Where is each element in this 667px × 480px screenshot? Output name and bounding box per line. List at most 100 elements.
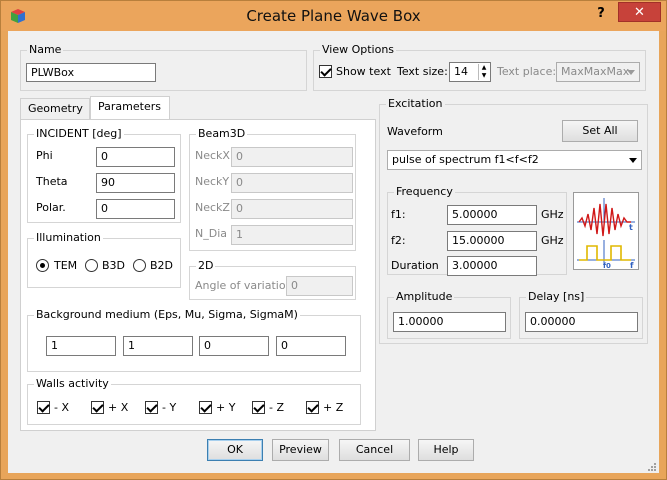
radio-tem-label: TEM (54, 259, 78, 272)
show-text-checkbox[interactable] (319, 65, 332, 78)
neckx-input[interactable]: 0 (231, 147, 353, 167)
title-bar[interactable]: Create Plane Wave Box ? ✕ (1, 1, 666, 31)
neckz-input[interactable]: 0 (231, 199, 353, 219)
ok-button[interactable]: OK (207, 439, 263, 461)
parameters-panel: INCIDENT [deg] Phi 0 Theta 90 Polar. 0 B… (20, 119, 376, 431)
mu-input[interactable]: 1 (123, 336, 193, 356)
show-text-label: Show text (336, 65, 391, 78)
wall-minus-z-checkbox[interactable] (252, 401, 265, 414)
window-title: Create Plane Wave Box (246, 7, 421, 25)
waveform-combo[interactable]: pulse of spectrum f1<f<f2 (387, 150, 642, 170)
necky-input[interactable]: 0 (231, 173, 353, 193)
spinner-arrows-icon[interactable]: ▲ ▼ (478, 64, 489, 80)
twod-group: 2D Angle of variation 0 (189, 259, 356, 300)
dialog-client: Name PLWBox View Options Show text Text … (8, 31, 659, 473)
beam3d-group: Beam3D NeckX 0 NeckY 0 NeckZ 0 N_Dia 1 (189, 127, 356, 251)
angle-variation-input[interactable]: 0 (286, 276, 353, 296)
f2-input[interactable]: 15.00000 (447, 231, 537, 251)
view-options-label: View Options (320, 43, 397, 56)
polar-input[interactable]: 0 (96, 199, 175, 219)
background-medium-label: Background medium (Eps, Mu, Sigma, Sigma… (34, 308, 300, 321)
phi-input[interactable]: 0 (96, 147, 175, 167)
preview-f-glyph: f (630, 261, 634, 270)
wall-minus-x-checkbox[interactable] (37, 401, 50, 414)
radio-b2d-label: B2D (150, 259, 174, 272)
preview-button[interactable]: Preview (272, 439, 329, 461)
tab-strip: Geometry Parameters (20, 96, 220, 120)
walls-activity-label: Walls activity (34, 377, 111, 390)
text-place-combo[interactable]: MaxMaxMax (556, 62, 640, 82)
preview-t-glyph: t (629, 223, 633, 232)
wall-plus-y-label: + Y (216, 401, 236, 414)
chevron-down-icon (627, 70, 635, 75)
preview-f0-glyph: f0 (603, 262, 611, 270)
radio-b2d[interactable] (133, 259, 146, 272)
text-place-label: Text place: (497, 65, 557, 78)
resize-grip-icon[interactable] (646, 461, 657, 472)
polar-label: Polar. (36, 201, 66, 214)
wall-plus-z-checkbox[interactable] (306, 401, 319, 414)
sigmam-input[interactable]: 0 (276, 336, 346, 356)
waveform-preview-icon: t f0 f (573, 192, 639, 270)
background-medium-group: Background medium (Eps, Mu, Sigma, Sigma… (27, 308, 361, 372)
radio-b3d-label: B3D (102, 259, 126, 272)
angle-variation-label: Angle of variation (195, 279, 293, 292)
wall-plus-y-checkbox[interactable] (199, 401, 212, 414)
frequency-group: Frequency f1: 5.00000 GHz f2: 15.00000 G… (387, 185, 567, 276)
incident-label: INCIDENT [deg] (34, 127, 124, 140)
phi-label: Phi (36, 149, 53, 162)
text-size-label: Text size: (397, 65, 448, 78)
beam3d-label: Beam3D (196, 127, 248, 140)
excitation-label: Excitation (386, 97, 445, 110)
sigma-input[interactable]: 0 (199, 336, 269, 356)
wall-minus-y-label: - Y (162, 401, 177, 414)
amplitude-input[interactable]: 1.00000 (393, 312, 506, 332)
name-group-label: Name (27, 43, 64, 56)
eps-input[interactable]: 1 (46, 336, 116, 356)
f2-unit: GHz (541, 234, 564, 247)
ndia-input[interactable]: 1 (231, 225, 353, 245)
delay-group: Delay [ns] 0.00000 (519, 290, 643, 339)
tab-geometry[interactable]: Geometry (20, 98, 90, 119)
dialog-window: Create Plane Wave Box ? ✕ Name PLWBox Vi… (0, 0, 667, 480)
wall-plus-x-checkbox[interactable] (91, 401, 104, 414)
twod-label: 2D (196, 259, 216, 272)
duration-label: Duration (391, 259, 439, 272)
illumination-group: Illumination TEM B3D B2D (27, 231, 181, 288)
duration-input[interactable]: 3.00000 (447, 256, 537, 276)
theta-label: Theta (36, 175, 68, 188)
chevron-down-icon (629, 158, 637, 163)
neckz-label: NeckZ (195, 201, 230, 214)
tab-parameters[interactable]: Parameters (90, 96, 170, 119)
wall-minus-x-label: - X (54, 401, 70, 414)
wall-plus-z-label: + Z (323, 401, 344, 414)
f1-input[interactable]: 5.00000 (447, 205, 537, 225)
close-button[interactable]: ✕ (618, 2, 661, 22)
view-options-group: View Options Show text Text size: 14 ▲ ▼ … (313, 43, 646, 91)
necky-label: NeckY (195, 175, 230, 188)
help-icon[interactable]: ? (593, 6, 609, 24)
radio-tem[interactable] (36, 259, 49, 272)
radio-b3d[interactable] (85, 259, 98, 272)
name-input[interactable]: PLWBox (26, 63, 156, 82)
theta-input[interactable]: 90 (96, 173, 175, 193)
neckx-label: NeckX (195, 149, 230, 162)
wall-minus-y-checkbox[interactable] (145, 401, 158, 414)
ndia-label: N_Dia (195, 227, 227, 240)
waveform-label: Waveform (387, 125, 443, 138)
f2-label: f2: (391, 234, 406, 247)
frequency-label: Frequency (394, 185, 455, 198)
set-all-button[interactable]: Set All (562, 120, 638, 142)
incident-group: INCIDENT [deg] Phi 0 Theta 90 Polar. 0 (27, 127, 181, 223)
text-place-value: MaxMaxMax (561, 65, 630, 78)
amplitude-label: Amplitude (394, 290, 455, 303)
excitation-group: Excitation Waveform Set All pulse of spe… (379, 97, 648, 344)
f1-label: f1: (391, 208, 406, 221)
name-group: Name PLWBox (20, 43, 307, 91)
waveform-value: pulse of spectrum f1<f<f2 (392, 153, 539, 166)
wall-plus-x-label: + X (108, 401, 129, 414)
text-size-spinner[interactable]: 14 ▲ ▼ (449, 62, 491, 82)
help-button[interactable]: Help (418, 439, 474, 461)
cancel-button[interactable]: Cancel (339, 439, 410, 461)
delay-input[interactable]: 0.00000 (525, 312, 638, 332)
